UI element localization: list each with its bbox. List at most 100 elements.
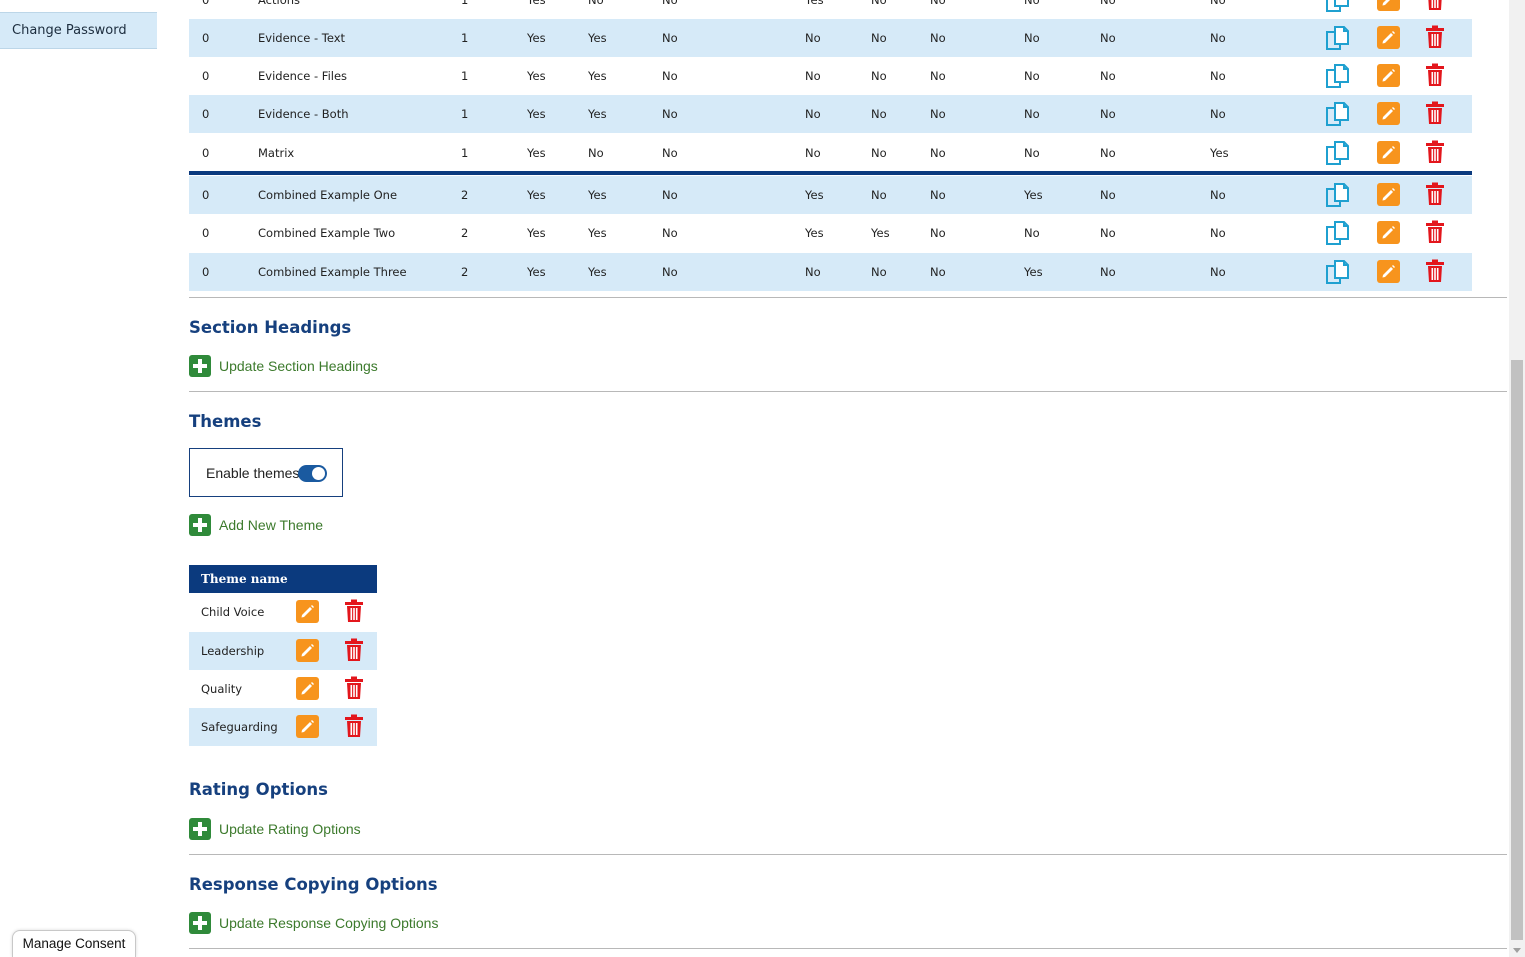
scrollbar-thumb[interactable] <box>1511 360 1523 940</box>
question-cell: No <box>1100 69 1116 83</box>
theme-name: Safeguarding <box>201 720 278 734</box>
edit-icon[interactable] <box>1377 141 1400 164</box>
question-cell: No <box>1100 226 1116 240</box>
copy-icon[interactable] <box>1324 139 1352 167</box>
question-name: Actions <box>258 0 301 7</box>
question-cell: Yes <box>805 226 824 240</box>
edit-icon[interactable] <box>1377 260 1400 283</box>
question-cell: No <box>1100 146 1116 160</box>
delete-icon[interactable] <box>343 638 365 662</box>
question-cell: Yes <box>588 31 607 45</box>
question-cell: No <box>1210 31 1226 45</box>
manage-consent-button[interactable]: Manage Consent <box>12 930 136 957</box>
delete-icon[interactable] <box>1424 0 1446 11</box>
delete-icon[interactable] <box>343 676 365 700</box>
delete-icon[interactable] <box>1424 25 1446 49</box>
question-cell: No <box>930 107 946 121</box>
question-cell: No <box>871 107 887 121</box>
copy-icon[interactable] <box>1324 181 1352 209</box>
question-cell: Yes <box>527 0 546 7</box>
question-cell: 0 <box>202 0 210 7</box>
question-cell: No <box>805 146 821 160</box>
section-divider <box>189 948 1507 949</box>
question-cell: No <box>1024 0 1040 7</box>
question-cell: 0 <box>202 188 210 202</box>
scroll-down-arrow-icon[interactable] <box>1513 948 1521 953</box>
delete-icon[interactable] <box>1424 140 1446 164</box>
copy-icon[interactable] <box>1324 100 1352 128</box>
question-cell: Yes <box>588 226 607 240</box>
update-rating-options-link[interactable]: Update Rating Options <box>189 818 361 840</box>
delete-icon[interactable] <box>1424 182 1446 206</box>
question-cell: Yes <box>871 226 890 240</box>
copy-icon[interactable] <box>1324 24 1352 52</box>
update-section-headings-link[interactable]: Update Section Headings <box>189 355 378 377</box>
copy-icon[interactable] <box>1324 258 1352 286</box>
delete-icon[interactable] <box>1424 101 1446 125</box>
delete-icon[interactable] <box>1424 220 1446 244</box>
question-cell: Yes <box>1024 265 1043 279</box>
question-cell: 0 <box>202 146 210 160</box>
question-cell: Yes <box>805 0 824 7</box>
rating-options-title: Rating Options <box>189 780 328 799</box>
theme-row: Leadership <box>189 632 377 670</box>
question-cell: 2 <box>461 188 469 202</box>
question-name: Matrix <box>258 146 295 160</box>
sidebar-item-change-password[interactable]: Change Password <box>0 12 157 49</box>
question-cell: No <box>871 0 887 7</box>
question-group-divider <box>189 171 1472 175</box>
copy-icon[interactable] <box>1324 219 1352 247</box>
edit-icon[interactable] <box>296 715 319 738</box>
question-cell: Yes <box>805 188 824 202</box>
question-cell: No <box>1100 265 1116 279</box>
plus-icon <box>189 355 211 377</box>
update-section-headings-label: Update Section Headings <box>219 358 378 374</box>
question-row: 0 Evidence - Files 1 Yes Yes No No No No No No No <box>189 57 1472 95</box>
edit-icon[interactable] <box>1377 26 1400 49</box>
copy-icon[interactable] <box>1324 62 1352 90</box>
copy-icon[interactable] <box>1324 0 1352 14</box>
edit-icon[interactable] <box>1377 183 1400 206</box>
question-row: 0 Evidence - Text 1 Yes Yes No No No No No No No <box>189 19 1472 57</box>
question-name: Combined Example Two <box>258 226 396 240</box>
edit-icon[interactable] <box>1377 0 1400 11</box>
enable-themes-toggle[interactable] <box>298 465 327 482</box>
question-cell: No <box>805 265 821 279</box>
edit-icon[interactable] <box>1377 102 1400 125</box>
edit-icon[interactable] <box>1377 221 1400 244</box>
theme-name: Leadership <box>201 644 265 658</box>
question-cell: Yes <box>588 69 607 83</box>
question-cell: Yes <box>527 107 546 121</box>
question-cell: Yes <box>527 265 546 279</box>
question-name: Combined Example One <box>258 188 398 202</box>
section-divider <box>189 854 1507 855</box>
question-name: Evidence - Both <box>258 107 349 121</box>
edit-icon[interactable] <box>296 677 319 700</box>
question-cell: No <box>871 69 887 83</box>
delete-icon[interactable] <box>343 599 365 623</box>
update-rating-options-label: Update Rating Options <box>219 821 361 837</box>
delete-icon[interactable] <box>1424 63 1446 87</box>
question-cell: Yes <box>527 188 546 202</box>
update-response-copying-link[interactable]: Update Response Copying Options <box>189 912 438 934</box>
question-cell: No <box>1024 226 1040 240</box>
edit-icon[interactable] <box>296 639 319 662</box>
question-cell: No <box>1210 107 1226 121</box>
delete-icon[interactable] <box>343 714 365 738</box>
question-cell: No <box>930 31 946 45</box>
question-cell: No <box>588 0 604 7</box>
themes-title: Themes <box>189 412 262 431</box>
question-cell: 1 <box>461 146 469 160</box>
question-cell: 0 <box>202 69 210 83</box>
question-cell: Yes <box>527 31 546 45</box>
edit-icon[interactable] <box>296 600 319 623</box>
question-cell: No <box>1210 0 1226 7</box>
question-row: 0 Matrix 1 Yes No No No No No No No Yes <box>189 134 1472 172</box>
enable-themes-box: Enable themes <box>189 448 343 497</box>
delete-icon[interactable] <box>1424 259 1446 283</box>
add-new-theme-link[interactable]: Add New Theme <box>189 514 323 536</box>
vertical-scrollbar[interactable] <box>1509 0 1525 957</box>
edit-icon[interactable] <box>1377 64 1400 87</box>
question-cell: Yes <box>1210 146 1229 160</box>
sidebar: Change Password <box>0 0 157 957</box>
